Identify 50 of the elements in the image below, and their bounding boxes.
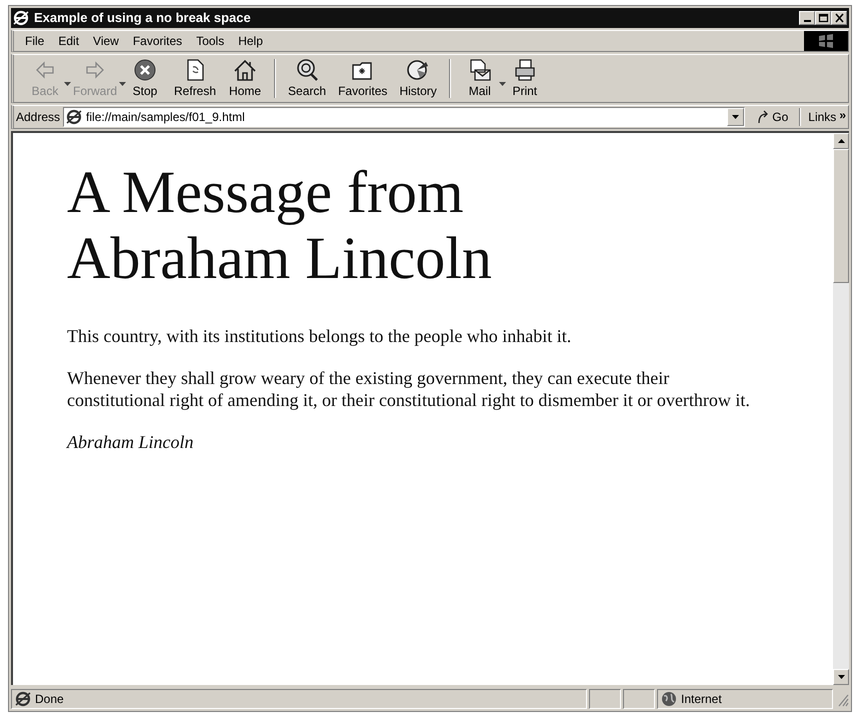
maximize-button[interactable] [815, 10, 831, 25]
status-panel [623, 689, 655, 709]
scrollbar-thumb[interactable] [833, 148, 849, 283]
windows-logo-icon [804, 30, 848, 51]
scroll-down-button[interactable] [833, 669, 849, 686]
globe-icon [661, 691, 677, 708]
go-button[interactable]: Go [748, 110, 796, 124]
menu-item[interactable]: Tools [189, 32, 232, 49]
address-field[interactable]: file://main/samples/f01_9.html [63, 106, 746, 127]
menu-item[interactable]: Help [231, 32, 270, 49]
status-panel [589, 689, 621, 709]
toolbar-button[interactable]: Home [222, 58, 268, 98]
toolbar-button[interactable]: Search [282, 58, 332, 98]
browser-logo-icon [13, 10, 29, 26]
mail-icon [468, 58, 492, 82]
menu-item[interactable]: Edit [51, 32, 86, 49]
address-label: Address [16, 110, 60, 124]
dropdown-button[interactable] [727, 108, 744, 126]
house-icon [233, 58, 258, 82]
status-text: Done [35, 692, 64, 706]
links-button[interactable]: Links » [804, 110, 848, 124]
toolbar-button[interactable]: History [393, 58, 443, 98]
toolbar-button[interactable]: Mail [456, 58, 503, 98]
menu-item[interactable]: Favorites [126, 32, 190, 49]
up-arrow-icon [838, 138, 844, 143]
history-clock-icon [406, 58, 430, 82]
stop-icon [133, 58, 158, 82]
signature: Abraham Lincoln [67, 430, 195, 453]
menu-item[interactable]: View [86, 32, 126, 49]
down-arrow-icon [838, 675, 844, 680]
toolbar-button[interactable]: Favorites [332, 58, 394, 98]
menu-item[interactable]: File [18, 32, 52, 49]
paragraph: This country, with its institutions belongs to the people who inhabit it. [67, 324, 572, 347]
minimize-button[interactable] [799, 10, 815, 25]
close-icon [834, 12, 844, 23]
printer-icon [512, 58, 537, 82]
security-zone: Internet [681, 692, 722, 706]
close-button[interactable] [831, 10, 847, 25]
page-heading: A Message from Abraham Lincoln [67, 158, 493, 291]
maximize-icon [818, 12, 828, 23]
toolbar-button[interactable]: Stop [122, 58, 168, 98]
curved-arrow-icon [756, 110, 770, 124]
minimize-icon [804, 20, 810, 22]
window-title: Example of using a no break space [34, 10, 252, 26]
caret-icon [732, 114, 740, 119]
toolbar-button[interactable]: Refresh [168, 58, 222, 98]
paragraph: Whenever they shall grow weary of the existing government, they can execute their constitutional right of amending it, or their constitutional right to dismember it or overthrow it. [67, 366, 751, 411]
scroll-up-button[interactable] [833, 132, 849, 149]
search-icon [295, 58, 320, 82]
toolbar-button[interactable]: Print [502, 58, 548, 98]
